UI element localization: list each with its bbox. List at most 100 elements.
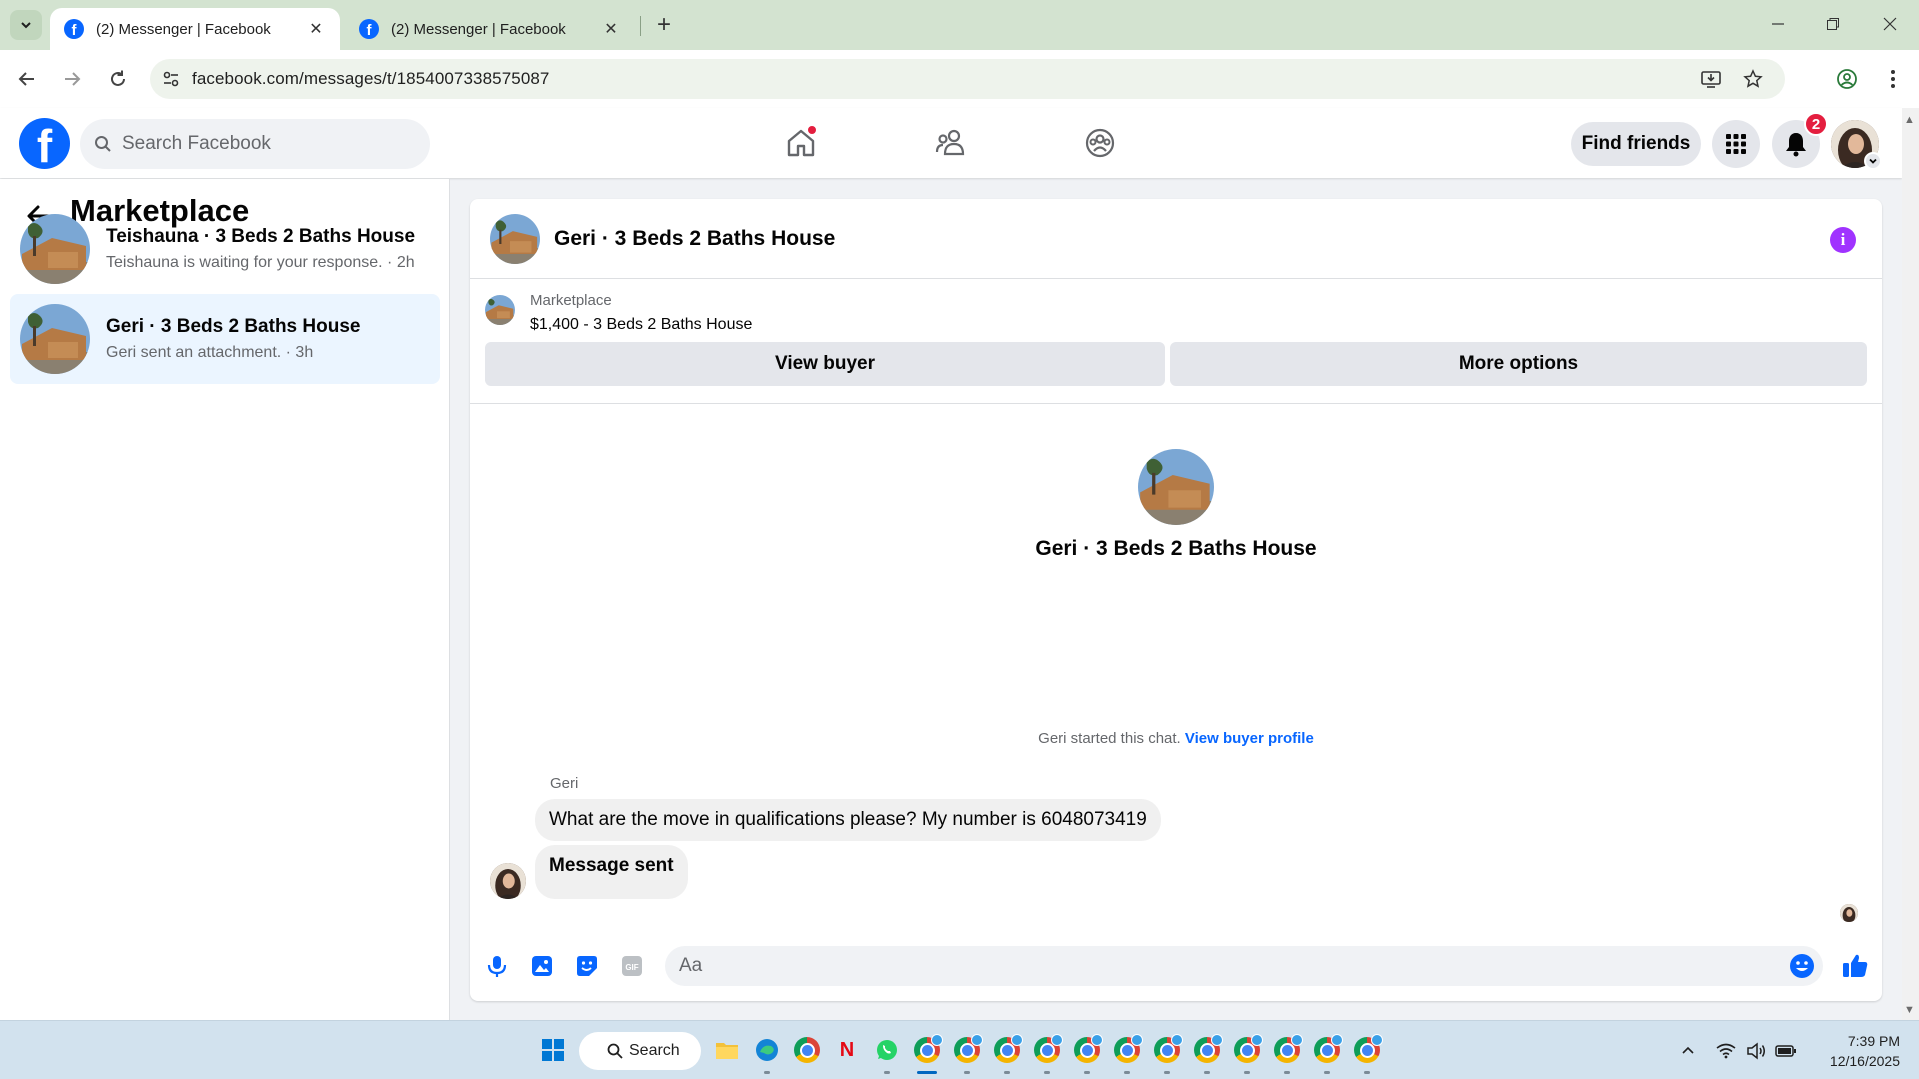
restore-icon [1827,18,1839,30]
listing-source: Marketplace [530,292,612,309]
info-icon[interactable]: i [1830,227,1856,253]
scroll-down-icon[interactable]: ▼ [1904,1004,1915,1016]
chrome-window-button[interactable] [911,1034,943,1074]
chrome-window-button[interactable] [1311,1034,1343,1074]
battery-button[interactable] [1774,1039,1798,1063]
listing-price-title[interactable]: $1,400 - 3 Beds 2 Baths House [530,316,752,334]
chrome-window-button[interactable] [991,1034,1023,1074]
chat-intro: Geri · 3 Beds 2 Baths House [470,449,1882,561]
account-menu-chevron-icon[interactable] [1864,152,1882,170]
back-button[interactable] [12,64,42,94]
chrome-button[interactable] [791,1034,823,1066]
voice-clip-button[interactable] [482,951,512,981]
chrome-profile-icon [1034,1034,1063,1063]
chrome-window-button[interactable] [1231,1034,1263,1074]
emoji-icon[interactable] [1789,953,1815,979]
profile-button[interactable] [1832,64,1862,94]
facebook-logo-icon[interactable]: f [19,118,70,169]
edge-button[interactable] [751,1034,783,1074]
groups-nav-button[interactable] [1077,120,1123,166]
folder-icon [716,1043,738,1059]
chat-title[interactable]: Geri · 3 Beds 2 Baths House [554,227,835,251]
wifi-button[interactable] [1714,1039,1738,1063]
chrome-window-button[interactable] [1351,1034,1383,1074]
address-bar[interactable]: facebook.com/messages/t/1854007338575087 [150,59,1785,99]
facebook-header: f Find friends [0,108,1902,178]
whatsapp-icon [877,1040,897,1060]
attach-photo-button[interactable] [527,951,557,981]
conversation-item-selected[interactable]: Geri · 3 Beds 2 Baths House Geri sent an… [10,294,440,384]
clock-date: 12/16/2025 [1829,1053,1900,1069]
chrome-window-button[interactable] [1031,1034,1063,1074]
forward-button[interactable] [57,64,87,94]
new-tab-button[interactable]: + [651,11,677,38]
message-bubble[interactable]: What are the move in qualifications plea… [535,799,1161,841]
volume-button[interactable] [1744,1039,1768,1063]
site-info-icon[interactable] [150,59,192,99]
show-hidden-icons-button[interactable] [1676,1039,1700,1063]
minimize-button[interactable] [1758,8,1798,40]
chrome-window-button[interactable] [951,1034,983,1074]
netflix-button[interactable]: N [831,1034,863,1066]
tab-separator [640,16,641,36]
gif-icon: GIF [622,956,642,976]
reload-button[interactable] [103,64,133,94]
chrome-window-button[interactable] [1151,1034,1183,1074]
search-input[interactable] [122,133,412,155]
menu-grid-button[interactable] [1712,120,1760,168]
speaker-icon [1747,1042,1765,1060]
chat-started-notice: Geri started this chat. View buyer profi… [470,730,1882,747]
like-button[interactable] [1840,951,1870,981]
message-input[interactable] [679,955,1759,977]
start-button[interactable] [537,1034,569,1066]
listing-thumbnail[interactable] [485,295,515,325]
microphone-icon [487,956,507,977]
conversation-item[interactable]: Teishauna · 3 Beds 2 Baths House Teishau… [10,204,440,294]
battery-icon [1775,1045,1796,1057]
home-nav-button[interactable] [778,120,824,166]
bookmark-star-icon[interactable] [1737,63,1769,95]
system-clock[interactable]: 7:39 PM 12/16/2025 [1812,1031,1900,1071]
restore-button[interactable] [1813,8,1853,40]
find-friends-button[interactable]: Find friends [1571,122,1701,166]
intro-thumbnail [1138,449,1214,525]
message-bubble[interactable]: Message sent [535,845,688,899]
chrome-window-button[interactable] [1071,1034,1103,1074]
message-input-box[interactable] [665,946,1823,986]
search-icon [607,1043,623,1059]
browser-tab-active[interactable]: f (2) Messenger | Facebook ✕ [50,8,340,50]
sticker-button[interactable] [572,951,602,981]
close-icon [1883,17,1897,31]
facebook-search[interactable] [80,119,430,169]
facebook-favicon-icon: f [359,19,379,39]
install-app-icon[interactable] [1695,63,1727,95]
browser-tab[interactable]: f (2) Messenger | Facebook ✕ [345,8,635,50]
close-tab-icon[interactable]: ✕ [601,19,621,39]
chrome-profile-icon [1074,1034,1103,1063]
browser-menu-button[interactable] [1878,64,1908,94]
chrome-window-button[interactable] [1111,1034,1143,1074]
sender-avatar[interactable] [490,863,526,899]
gif-button[interactable]: GIF [617,951,647,981]
taskbar-search[interactable]: Search [579,1032,701,1070]
view-buyer-profile-link[interactable]: View buyer profile [1185,730,1314,747]
whatsapp-button[interactable] [871,1034,903,1074]
more-options-button[interactable]: More options [1170,342,1867,386]
chrome-window-button[interactable] [1271,1034,1303,1074]
file-explorer-button[interactable] [711,1034,743,1066]
facebook-favicon-icon: f [64,19,84,39]
chrome-profile-icon [914,1034,943,1063]
chat-header-thumbnail[interactable] [490,213,540,264]
page-scrollbar[interactable] [1902,108,1919,1020]
tab-search-button[interactable] [10,10,42,40]
view-buyer-button[interactable]: View buyer [485,342,1165,386]
notification-count-badge: 2 [1804,112,1828,136]
chrome-profile-icon [1154,1034,1183,1063]
arrow-right-icon [65,72,81,86]
close-window-button[interactable] [1870,8,1910,40]
close-tab-icon[interactable]: ✕ [306,19,326,39]
kebab-menu-icon [1891,70,1895,88]
chrome-window-button[interactable] [1191,1034,1223,1074]
scroll-up-icon[interactable]: ▲ [1904,114,1915,126]
friends-nav-button[interactable] [928,120,974,166]
